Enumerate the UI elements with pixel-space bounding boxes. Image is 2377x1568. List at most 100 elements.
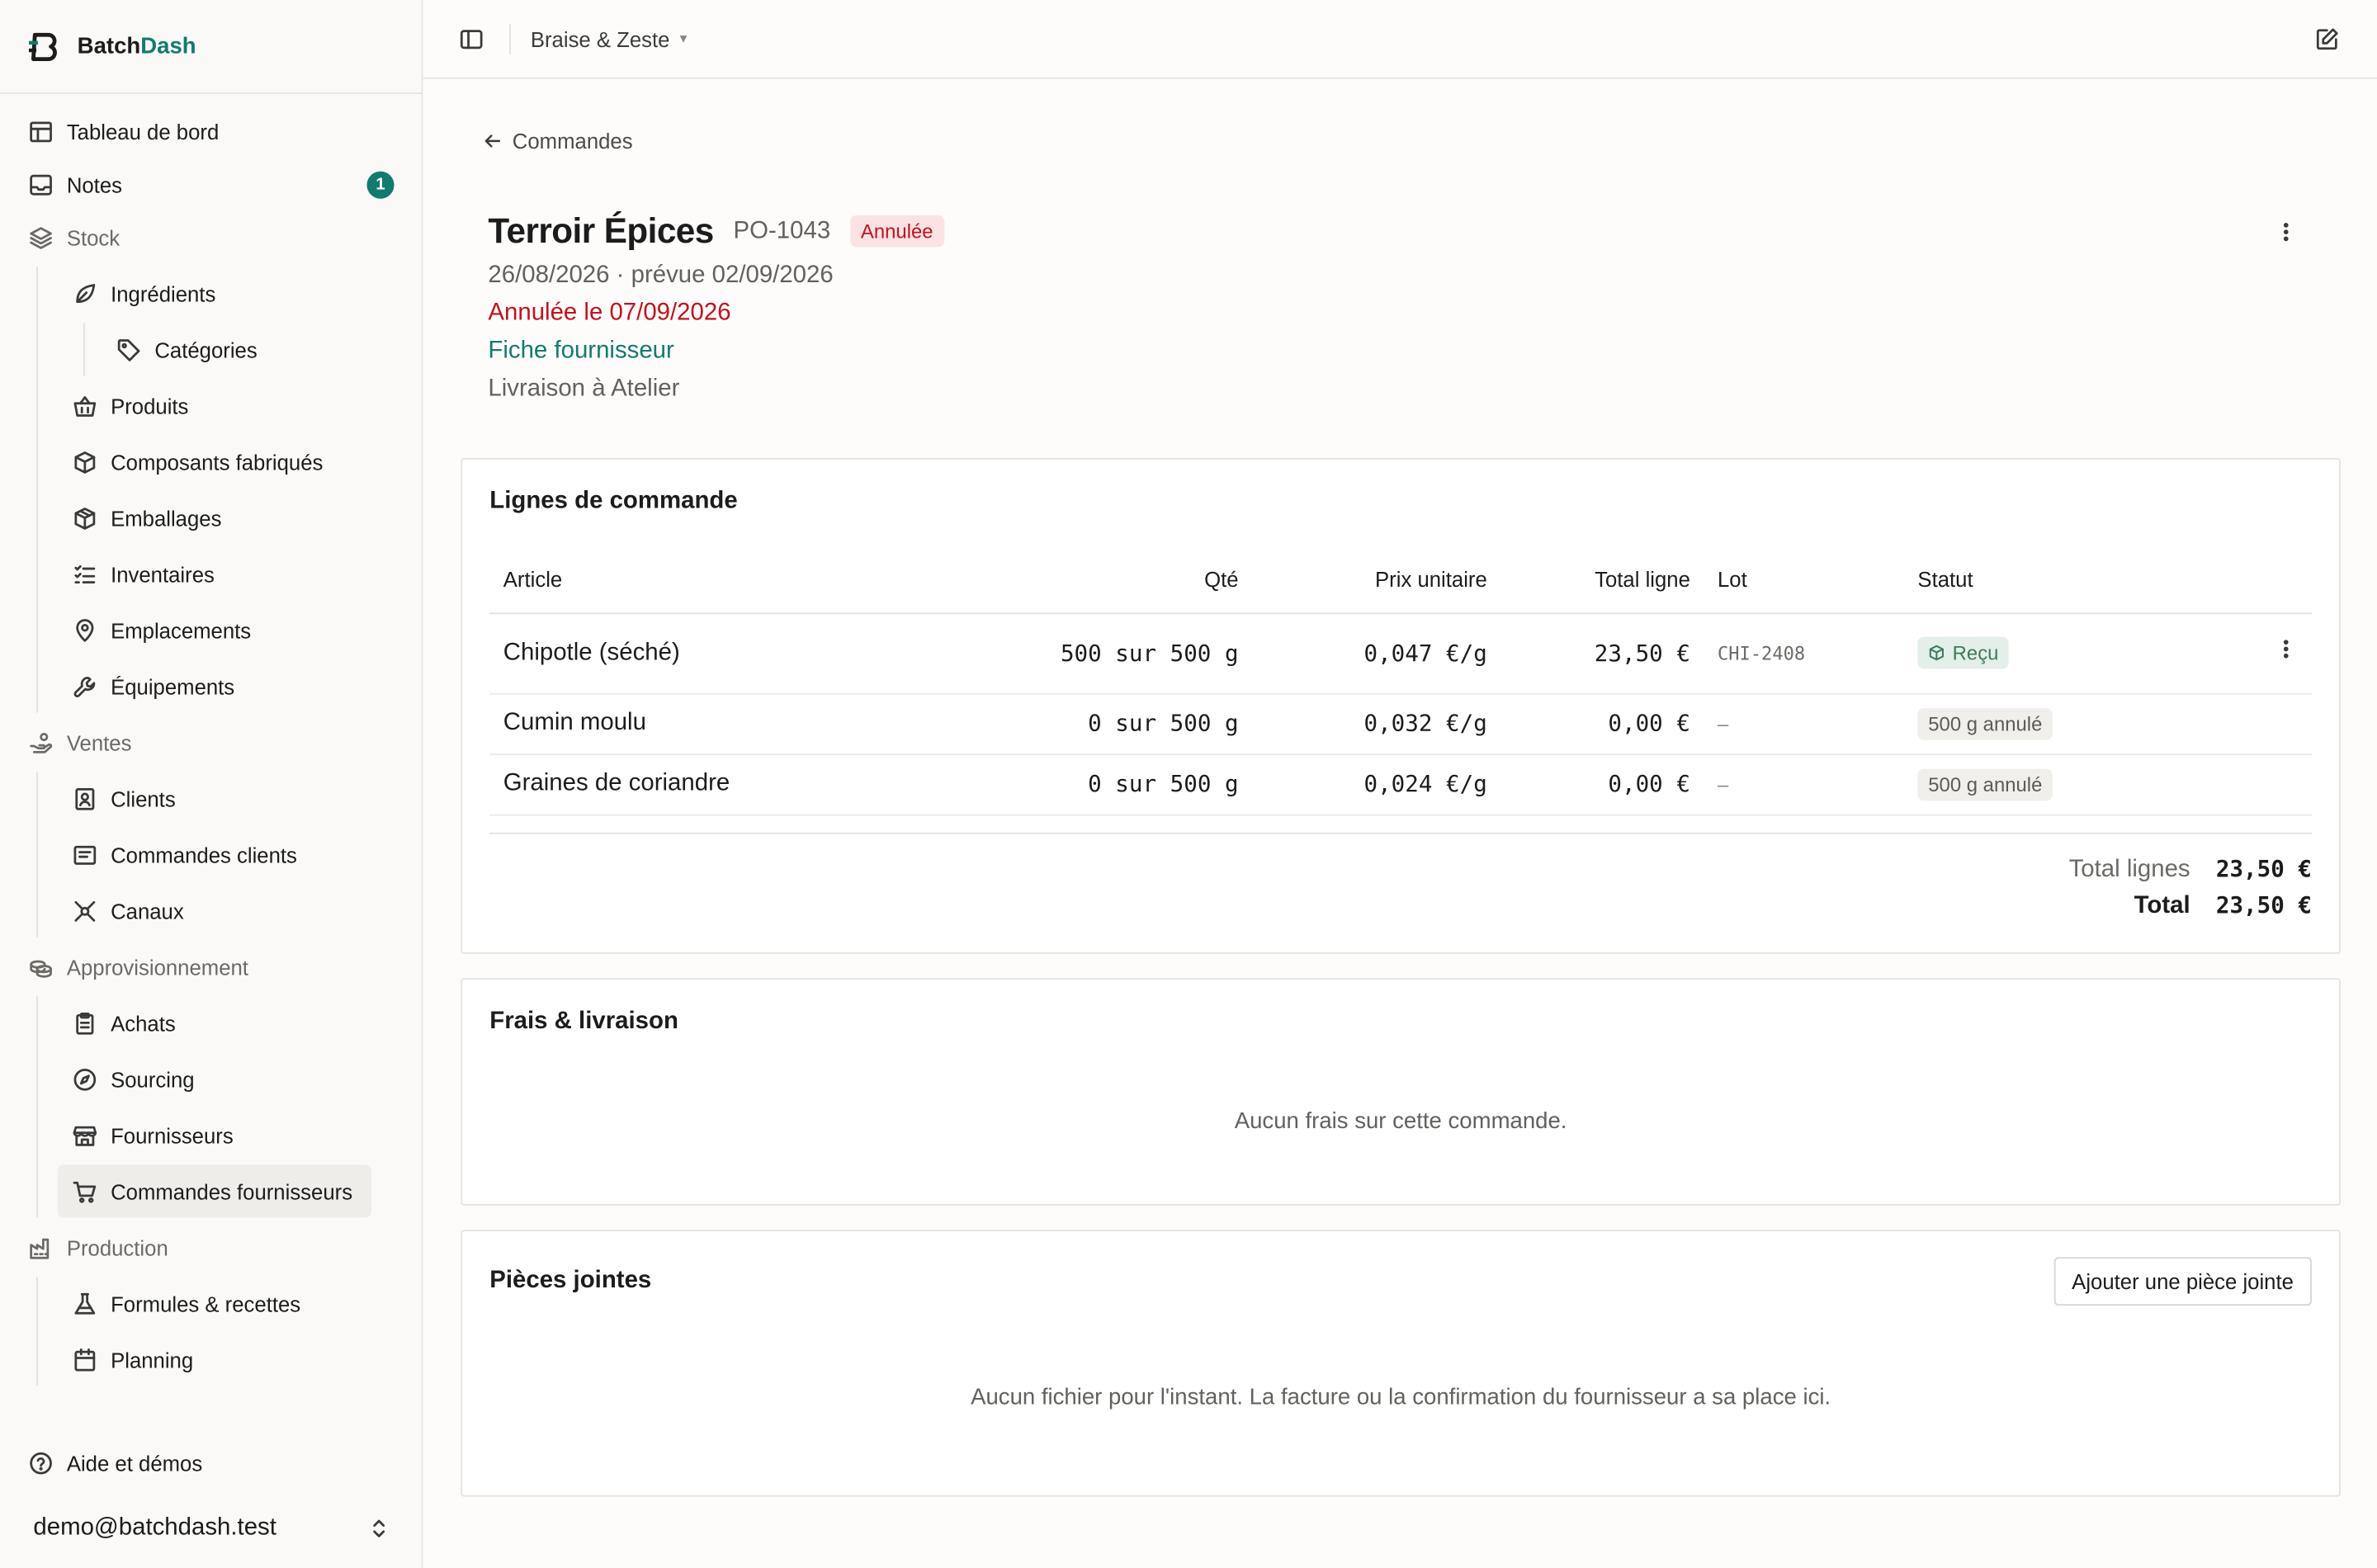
flask-icon [73,1292,97,1315]
nav-packaging[interactable]: Emballages [58,491,371,544]
notes-count-badge: 1 [366,170,395,198]
nav-sourcing-label: Sourcing [111,1066,195,1092]
fees-title: Frais & livraison [489,1008,678,1035]
nav-inventories-label: Inventaires [111,561,215,587]
nav-group-production[interactable]: Production [0,1221,422,1273]
basket-icon [73,394,97,418]
order-lines-title: Lignes de commande [489,488,738,514]
nav-channels-label: Canaux [111,898,184,923]
row-lot: – [1704,692,1904,755]
nav-notes[interactable]: Notes 1 [0,158,422,210]
nav-products-label: Produits [111,393,189,418]
col-qty[interactable]: Qté [853,545,1253,614]
col-article[interactable]: Article [489,545,854,614]
row-actions[interactable] [2207,612,2312,694]
cancellation-date: Annulée le 07/09/2026 [488,300,731,327]
col-lot[interactable]: Lot [1704,545,1904,614]
table-layout-icon [29,119,53,143]
nav-manufactured[interactable]: Composants fabriqués [58,435,371,488]
nav-products[interactable]: Produits [58,379,371,432]
store-icon [73,1123,97,1147]
hand-coins-icon [29,730,53,754]
shopping-cart-icon [73,1179,97,1203]
table-row[interactable]: Chipotle (séché) 500 sur 500 g 0,047 €/g… [489,612,2312,694]
col-line-total[interactable]: Total ligne [1500,545,1704,614]
nav-group-sales[interactable]: Ventes [0,716,422,768]
workspace-switcher[interactable]: Braise & Zeste ▼ [531,26,689,50]
nav-locations[interactable]: Emplacements [58,603,371,656]
factory-icon [29,1235,53,1259]
nav-dashboard-label: Tableau de bord [66,119,220,144]
nav-group-production-label: Production [66,1235,168,1260]
col-unit-price[interactable]: Prix unitaire [1252,545,1501,614]
row-more-icon[interactable] [2274,637,2298,661]
nav-clients[interactable]: Clients [58,772,371,824]
nav-dashboard[interactable]: Tableau de bord [0,105,422,158]
more-actions-icon[interactable] [2274,220,2298,243]
nav-client-orders[interactable]: Commandes clients [58,828,371,881]
supplier-sheet-link[interactable]: Fiche fournisseur [488,338,2340,366]
table-row[interactable]: Cumin moulu 0 sur 500 g 0,032 €/g 0,00 €… [489,692,2312,755]
back-to-orders-link[interactable]: Commandes [482,129,2341,153]
nav-categories[interactable]: Catégories [102,323,373,375]
nav-suppliers[interactable]: Fournisseurs [58,1108,371,1161]
nav-manufactured-label: Composants fabriqués [111,449,324,475]
order-totals: Total lignes 23,50 € Total 23,50 € [489,854,2312,927]
order-header: Terroir Épices PO-1043 Annulée 26/08/202… [488,210,2340,403]
nav-help-label: Aide et démos [66,1450,203,1475]
edit-square-icon[interactable] [2315,26,2339,50]
brand[interactable]: BatchDash [0,0,422,94]
row-lot: – [1704,753,1904,815]
nav-purchases[interactable]: Achats [58,996,371,1049]
row-article: Graines de coriandre [489,753,854,815]
wrench-icon [73,674,97,698]
tag-icon [116,338,140,361]
sidebar-toggle-icon[interactable] [460,26,484,50]
page-content: Commandes Terroir Épices PO-1043 Annulée… [423,129,2377,1497]
leaf-icon [73,281,97,305]
nav-inventories[interactable]: Inventaires [58,547,371,600]
nav-group-stock-label: Stock [66,224,121,250]
nav-group-supply[interactable]: Approvisionnement [0,940,422,993]
nav-planning[interactable]: Planning [58,1333,371,1386]
topbar-divider [509,23,511,54]
nav-client-orders-label: Commandes clients [111,842,297,867]
nav-supplier-orders[interactable]: Commandes fournisseurs [57,1164,371,1218]
col-status[interactable]: Statut [1903,545,2208,614]
nav-supplier-orders-label: Commandes fournisseurs [111,1178,353,1204]
sidebar: BatchDash Tableau de bord Notes 1 Stock … [0,0,423,1568]
receipt-icon [73,843,97,867]
nav-group-stock[interactable]: Stock [0,210,422,263]
box-icon [73,450,97,474]
nav-sourcing[interactable]: Sourcing [58,1052,371,1105]
user-menu[interactable]: demo@batchdash.test [0,1489,422,1568]
row-total: 0,00 € [1500,692,1704,755]
status-badge: Annulée [850,215,944,248]
row-total: 23,50 € [1500,612,1704,694]
chevrons-up-down-icon [366,1517,390,1541]
layers-icon [29,225,53,249]
supply-subnav: Achats Sourcing Fournisseurs Commandes f… [36,996,422,1218]
row-status: 500 g annulé [1903,692,2208,755]
nav-formulas[interactable]: Formules & recettes [58,1277,371,1329]
row-actions [2207,692,2312,755]
map-pin-icon [73,618,97,642]
order-lines-card: Lignes de commande Article Qté Prix unit… [461,457,2341,954]
back-label: Commandes [512,129,633,153]
attachments-title: Pièces jointes [489,1267,652,1293]
nav-equipment[interactable]: Équipements [58,659,371,712]
attachments-card: Pièces jointes Ajouter une pièce jointe … [461,1230,2341,1497]
row-lot: CHI-2408 [1704,612,1904,694]
nav-help[interactable]: Aide et démos [0,1436,422,1489]
nav-channels[interactable]: Canaux [58,884,371,937]
page-title: Terroir Épices [488,210,714,251]
table-row[interactable]: Graines de coriandre 0 sur 500 g 0,024 €… [489,753,2312,815]
row-unit-price: 0,032 €/g [1252,692,1501,755]
nav-ingredients[interactable]: Ingrédients [58,267,371,319]
row-qty: 0 sur 500 g [853,692,1253,755]
row-qty: 0 sur 500 g [853,753,1253,815]
row-article: Cumin moulu [489,692,854,755]
coins-icon [29,955,53,979]
fees-card: Frais & livraison Aucun frais sur cette … [461,978,2341,1206]
add-attachment-button[interactable]: Ajouter une pièce jointe [2053,1256,2312,1306]
